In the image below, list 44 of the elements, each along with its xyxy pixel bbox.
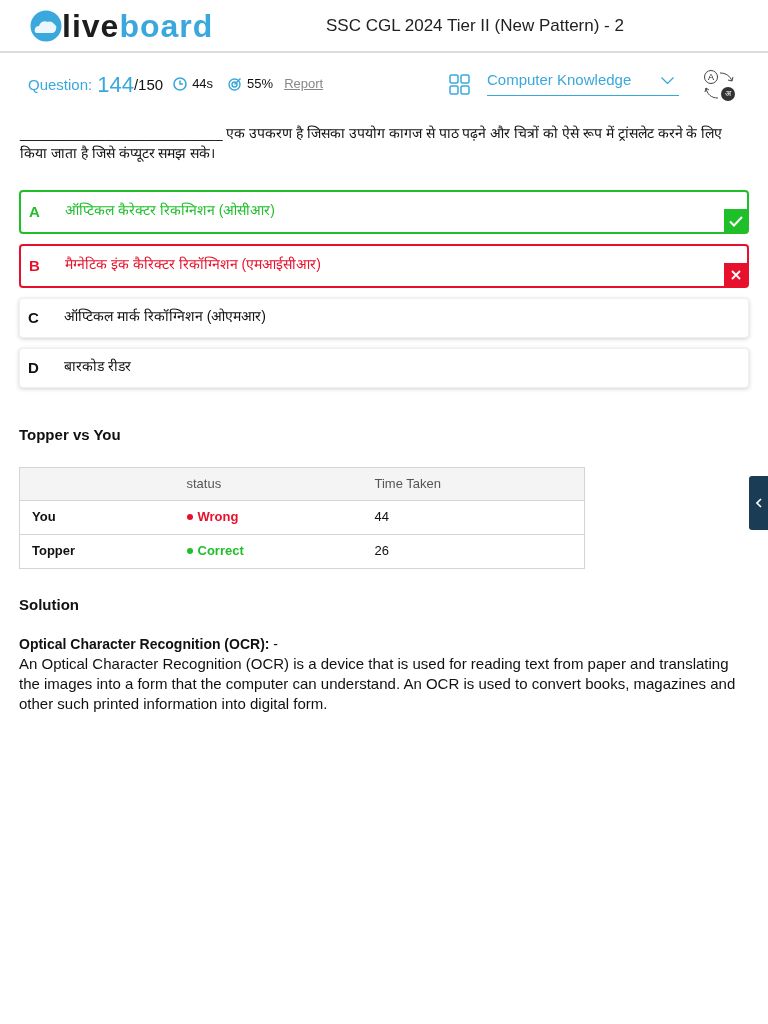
table-cell: You bbox=[19, 500, 187, 534]
question-total: /150 bbox=[133, 75, 164, 96]
table-cell-text: Wrong bbox=[197, 508, 239, 527]
time-spent: 44s bbox=[192, 75, 214, 94]
solution-subheading: Optical Character Recognition (OCR): - bbox=[19, 635, 280, 654]
logo[interactable]: liveboard bbox=[30, 9, 270, 42]
logo-text: liveboard bbox=[62, 9, 214, 42]
column-header: status bbox=[186, 467, 375, 500]
option-letter: B bbox=[28, 255, 41, 276]
option-text: बारकोड रीडर bbox=[64, 356, 131, 376]
chevron-down-icon bbox=[661, 77, 674, 84]
table-cell: 44 bbox=[374, 500, 585, 534]
table-cell-text: Correct bbox=[197, 542, 244, 561]
report-link[interactable]: Report bbox=[284, 74, 324, 94]
question-text: __________________________ एक उपकरण है जिसका उपयोग कागज से पाठ पढ़ने और चित्रों को ऐसे रूप में ट्रांसलेट करने के लिए किया जाता है जिसे कंप्यूटर समझ सके। bbox=[20, 124, 724, 163]
clock-icon bbox=[173, 77, 188, 91]
solution-text: An Optical Character Recognition (OCR) is a device that is used for reading text from paper and translating the images into a form that the computer can understand. An OCR is used to convert books, magazines and other such printed information into digital form. bbox=[19, 654, 737, 714]
translate-button[interactable]: A अ bbox=[703, 69, 736, 101]
option-letter: A bbox=[28, 201, 41, 222]
target-icon bbox=[228, 77, 243, 91]
cloud-logo-icon bbox=[30, 9, 62, 42]
option-letter: D bbox=[27, 357, 40, 378]
grid-icon[interactable] bbox=[449, 73, 470, 95]
option-text: मैग्नेटिक इंक कैरिक्टर रिकॉग्निशन (एमआईसीआर) bbox=[65, 254, 321, 274]
column-header: Time Taken bbox=[374, 467, 585, 500]
close-icon bbox=[724, 263, 748, 287]
chevron-left-icon bbox=[755, 498, 762, 508]
question-label: Question: bbox=[28, 74, 93, 95]
swap-arrows-icon bbox=[703, 69, 736, 101]
solution-heading: Solution bbox=[19, 594, 80, 615]
option-text: ऑप्टिकल कैरेक्टर रिकग्निशन (ओसीआर) bbox=[65, 200, 275, 220]
option-text: ऑप्टिकल मार्क रिकॉग्निशन (ओएमआर) bbox=[64, 306, 266, 326]
answer-option[interactable]: D बारकोड रीडर bbox=[19, 348, 749, 388]
comparison-heading: Topper vs You bbox=[19, 425, 122, 445]
test-title: SSC CGL 2024 Tier II (New Pattern) - 2 bbox=[326, 14, 624, 37]
check-icon bbox=[724, 209, 748, 233]
option-letter: C bbox=[27, 307, 40, 328]
table-cell: 26 bbox=[374, 534, 585, 568]
table-cell: Topper bbox=[19, 534, 187, 568]
answer-option[interactable]: B मैग्नेटिक इंक कैरिक्टर रिकॉग्निशन (एमआईसीआर) bbox=[19, 244, 749, 288]
side-panel-tab[interactable] bbox=[749, 476, 768, 530]
question-number: 144 bbox=[97, 70, 134, 99]
answer-option[interactable]: C ऑप्टिकल मार्क रिकॉग्निशन (ओएमआर) bbox=[19, 298, 749, 338]
accuracy-value: 55% bbox=[247, 75, 274, 94]
